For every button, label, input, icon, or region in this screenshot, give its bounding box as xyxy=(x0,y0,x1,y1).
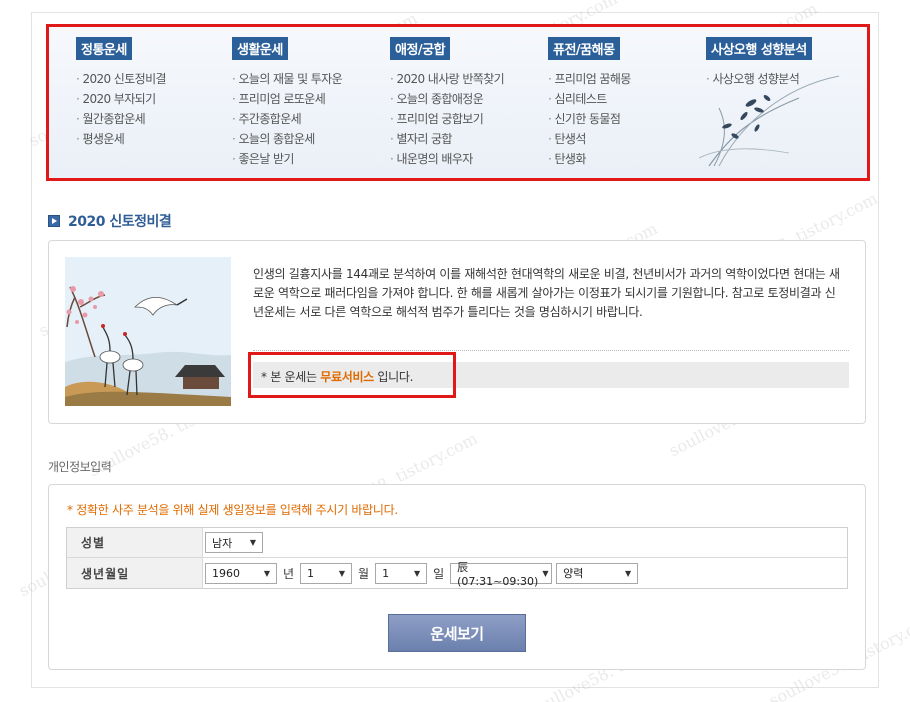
menu-item[interactable]: 프리미엄 꿈해몽 xyxy=(548,69,631,89)
year-select-value: 1960 xyxy=(212,566,240,580)
menu-item[interactable]: 오늘의 재물 및 투자운 xyxy=(232,69,342,89)
year-suffix: 년 xyxy=(283,566,295,581)
birth-label: 생년월일 xyxy=(67,558,203,588)
menu-heading[interactable]: 애정/궁합 xyxy=(390,37,451,60)
section-title: 2020 신토정비결 xyxy=(48,211,172,231)
menu-column-love: 애정/궁합 2020 내사랑 반쪽찾기 오늘의 종합애정운 프리미엄 궁합보기 … xyxy=(390,37,505,169)
day-select-value: 1 xyxy=(382,566,390,580)
menu-heading[interactable]: 생활운세 xyxy=(232,37,288,60)
month-select[interactable]: 1 ▼ xyxy=(300,562,353,584)
dropdown-arrow-icon: ▼ xyxy=(624,568,632,578)
gender-row: 성별 남자 ▼ xyxy=(67,528,847,558)
menu-item[interactable]: 오늘의 종합운세 xyxy=(232,129,342,149)
month-suffix: 월 xyxy=(358,566,370,581)
menu-item[interactable]: 탄생화 xyxy=(548,149,631,169)
day-select[interactable]: 1 ▼ xyxy=(375,562,428,584)
hour-select-value: 辰(07:31~09:30) xyxy=(457,560,539,588)
dotted-divider xyxy=(253,350,849,351)
hour-select[interactable]: 辰(07:31~09:30) ▼ xyxy=(450,561,553,588)
menu-column-daily: 생활운세 오늘의 재물 및 투자운 프리미엄 로또운세 주간종합운세 오늘의 종… xyxy=(232,37,343,169)
year-select[interactable]: 1960 ▼ xyxy=(205,562,277,584)
fortune-description: 인생의 길흉지사를 144괘로 분석하여 이를 재해석한 현대역학의 새로운 비… xyxy=(253,267,840,319)
gender-label: 성별 xyxy=(67,528,203,557)
menu-heading[interactable]: 사상오행 성향분석 xyxy=(706,37,812,60)
dropdown-arrow-icon: ▼ xyxy=(263,568,270,578)
dropdown-arrow-icon: ▼ xyxy=(249,538,256,547)
menu-item[interactable]: 탄생석 xyxy=(548,129,631,149)
menu-column-traditional: 정통운세 2020 신토정비결 2020 부자되기 월간종합운세 평생운세 xyxy=(76,37,167,149)
notice-highlight-box xyxy=(248,352,456,398)
menu-item[interactable]: 오늘의 종합애정운 xyxy=(390,89,504,109)
birth-row: 생년월일 1960 ▼ 년 1 ▼ 월 1 ▼ 일 辰(07:31~09:30) ▼ 양… xyxy=(67,558,847,588)
day-suffix: 일 xyxy=(433,566,445,581)
menu-item[interactable]: 2020 부자되기 xyxy=(76,89,166,109)
section-title-text: 2020 신토정비결 xyxy=(68,214,172,230)
form-note: * 정확한 사주 분석을 위해 실제 생일정보를 입력해 주시기 바랍니다. xyxy=(67,503,398,517)
menu-item[interactable]: 프리미엄 궁합보기 xyxy=(390,109,504,129)
personal-info-label: 개인정보입력 xyxy=(48,460,112,474)
menu-item[interactable]: 주간종합운세 xyxy=(232,109,342,129)
menu-item[interactable]: 신기한 동물점 xyxy=(548,109,631,129)
orchid-illustration xyxy=(698,75,840,167)
gender-select-value: 남자 xyxy=(212,536,233,550)
menu-column-fusion: 퓨전/꿈해몽 프리미엄 꿈해몽 심리테스트 신기한 동물점 탄생석 탄생화 xyxy=(548,37,631,169)
category-menu: 정통운세 2020 신토정비결 2020 부자되기 월간종합운세 평생운세 생활… xyxy=(46,24,870,181)
gender-select[interactable]: 남자 ▼ xyxy=(205,532,263,553)
play-bullet-icon xyxy=(48,215,60,227)
birth-info-table: 성별 남자 ▼ 생년월일 1960 ▼ 년 1 ▼ 월 1 ▼ 일 辰(07:31~09… xyxy=(66,527,848,589)
menu-item[interactable]: 프리미엄 로또운세 xyxy=(232,89,342,109)
menu-item[interactable]: 좋은날 받기 xyxy=(232,149,342,169)
menu-item[interactable]: 심리테스트 xyxy=(548,89,631,109)
menu-heading[interactable]: 퓨전/꿈해몽 xyxy=(548,37,620,60)
cranes-illustration xyxy=(65,257,231,406)
menu-heading[interactable]: 정통운세 xyxy=(76,37,132,60)
dropdown-arrow-icon: ▼ xyxy=(338,568,346,578)
fortune-info-box: 인생의 길흉지사를 144괘로 분석하여 이를 재해석한 현대역학의 새로운 비… xyxy=(48,240,866,424)
view-fortune-button[interactable]: 운세보기 xyxy=(388,614,526,652)
month-select-value: 1 xyxy=(307,566,315,580)
menu-item[interactable]: 별자리 궁합 xyxy=(390,129,504,149)
personal-info-form: * 정확한 사주 분석을 위해 실제 생일정보를 입력해 주시기 바랍니다. 성… xyxy=(48,484,866,670)
calendar-select-value: 양력 xyxy=(563,567,584,580)
menu-item[interactable]: 2020 신토정비결 xyxy=(76,69,166,89)
dropdown-arrow-icon: ▼ xyxy=(413,568,421,578)
dropdown-arrow-icon: ▼ xyxy=(542,568,549,578)
menu-item[interactable]: 내운명의 배우자 xyxy=(390,149,504,169)
menu-item[interactable]: 평생운세 xyxy=(76,129,166,149)
menu-item[interactable]: 월간종합운세 xyxy=(76,109,166,129)
menu-item[interactable]: 2020 내사랑 반쪽찾기 xyxy=(390,69,504,89)
calendar-select[interactable]: 양력 ▼ xyxy=(556,562,639,584)
